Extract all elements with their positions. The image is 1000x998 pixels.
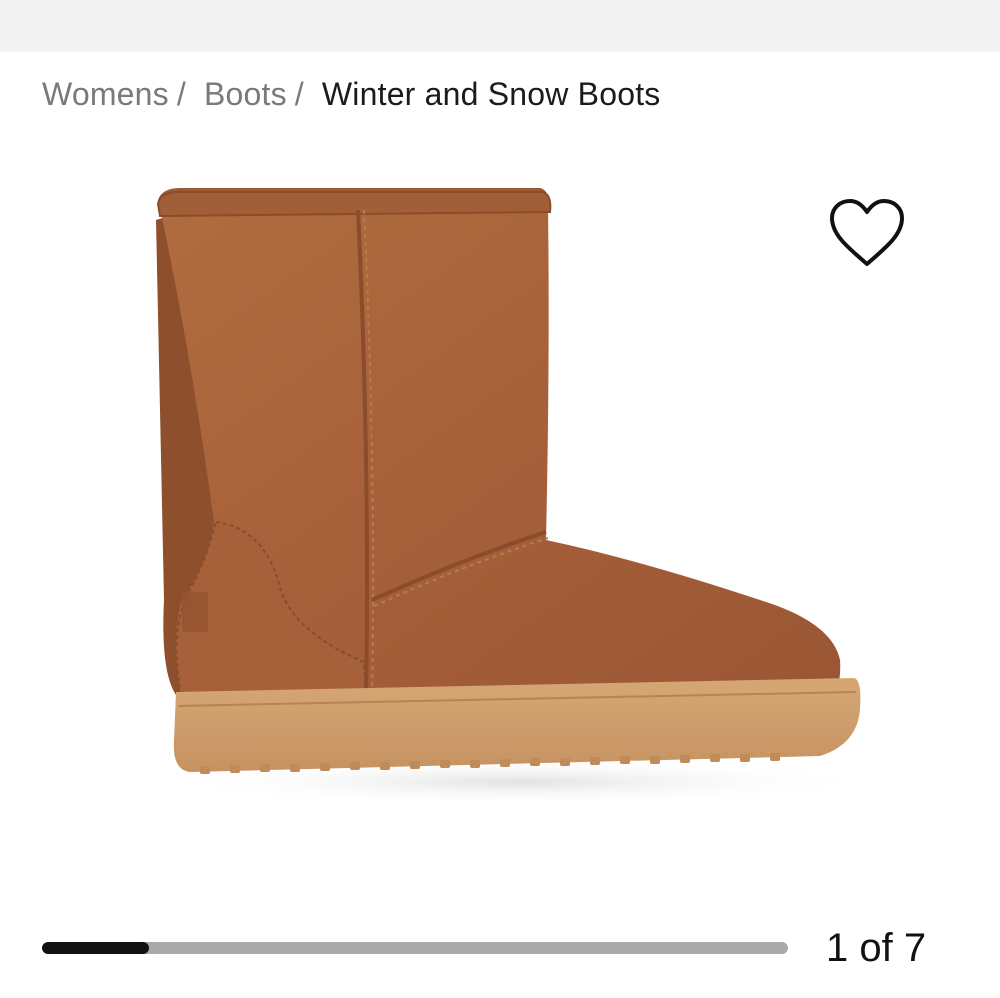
boot-illustration xyxy=(156,188,880,806)
product-image[interactable] xyxy=(120,160,900,840)
gallery-counter: 1 of 7 xyxy=(826,926,927,970)
heart-outline-icon xyxy=(830,199,904,266)
breadcrumb-separator: / xyxy=(176,75,186,112)
breadcrumb-current: Winter and Snow Boots xyxy=(321,75,661,112)
favorite-button[interactable] xyxy=(826,196,908,270)
gallery-progress-fill xyxy=(42,942,149,954)
breadcrumb-link-boots[interactable]: Boots xyxy=(204,76,287,113)
gallery-progress-bar xyxy=(42,942,788,954)
breadcrumb-separator: / xyxy=(294,75,304,112)
breadcrumb: Womens / Boots / Winter and Snow Boots xyxy=(42,74,660,114)
top-bar xyxy=(0,0,1000,52)
breadcrumb-link-womens[interactable]: Womens xyxy=(42,76,169,113)
